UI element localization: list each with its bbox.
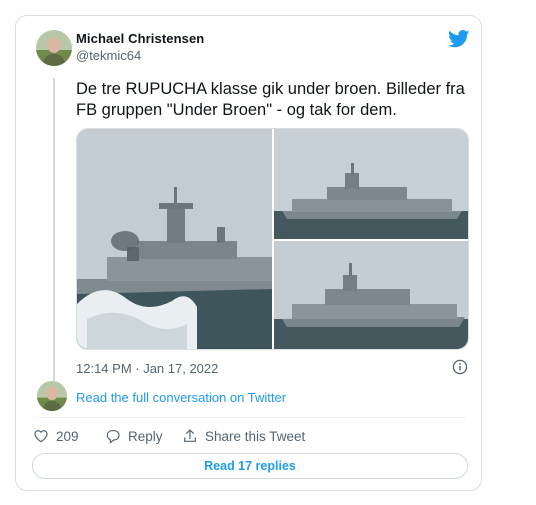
reply-button[interactable]: Reply	[105, 428, 163, 444]
tweet-card: Michael Christensen @tekmic64 De tre RUP…	[15, 15, 482, 491]
ship-photo-right-bottom[interactable]	[274, 241, 469, 350]
author-handle[interactable]: @tekmic64	[76, 48, 141, 63]
tweet-media-grid[interactable]	[76, 128, 469, 350]
thread-line	[53, 78, 55, 392]
like-button[interactable]: 209	[33, 428, 79, 444]
tweet-text: De tre RUPUCHA klasse gik under broen. B…	[76, 80, 465, 119]
share-icon	[184, 429, 196, 442]
reply-bubble-icon	[106, 430, 120, 444]
share-label: Share this Tweet	[205, 428, 306, 444]
tweet-timestamp[interactable]: 12:14 PM · Jan 17, 2022	[76, 361, 218, 376]
reply-label: Reply	[128, 428, 163, 444]
read-full-conversation-link[interactable]: Read the full conversation on Twitter	[76, 390, 286, 405]
ship-photo-right-top[interactable]	[274, 129, 469, 239]
like-count: 209	[56, 428, 79, 444]
reply-avatar[interactable]	[37, 381, 67, 411]
twitter-bird-icon[interactable]	[448, 30, 470, 48]
read-replies-button[interactable]: Read 17 replies	[32, 453, 468, 479]
author-avatar[interactable]	[36, 30, 72, 66]
divider	[33, 417, 466, 418]
share-button[interactable]: Share this Tweet	[182, 428, 305, 444]
info-icon[interactable]	[452, 359, 468, 375]
ship-photo-waves[interactable]	[77, 129, 272, 350]
heart-icon	[34, 430, 48, 443]
author-display-name[interactable]: Michael Christensen	[76, 31, 204, 46]
